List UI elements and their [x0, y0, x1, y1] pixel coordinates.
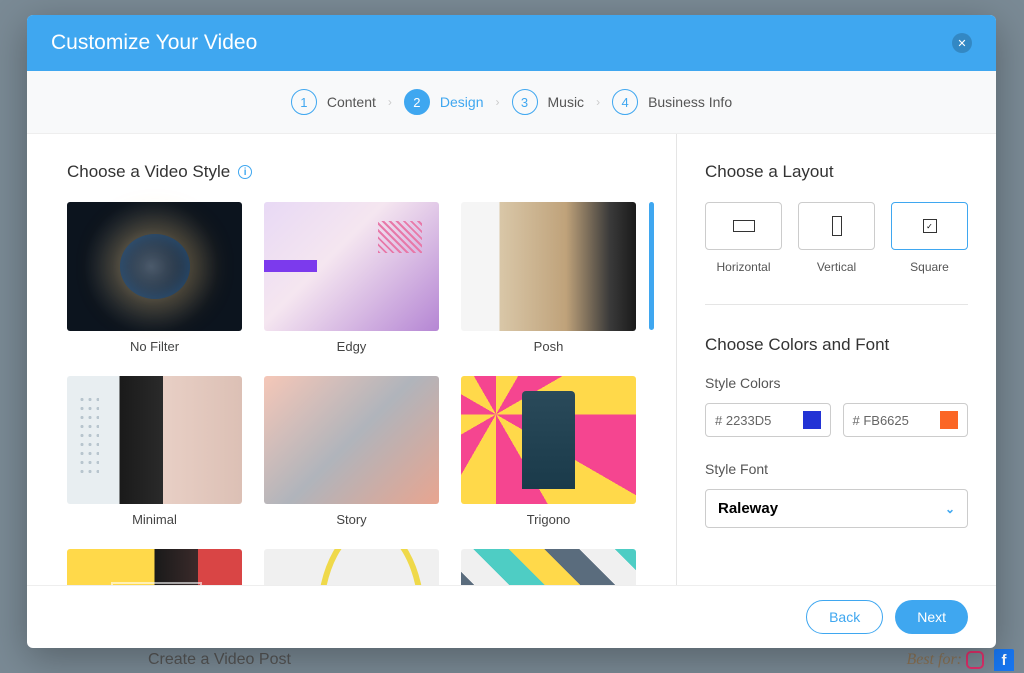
style-name: Trigono [461, 512, 636, 527]
style-thumbnail [461, 202, 636, 331]
step-number: 2 [404, 89, 430, 115]
chevron-right-icon: › [596, 95, 600, 109]
wizard-stepper: 1 Content › 2 Design › 3 Music › 4 Busin… [27, 71, 996, 134]
step-label: Content [327, 94, 376, 110]
style-thumbnail [67, 549, 242, 585]
layout-box [798, 202, 875, 250]
font-label: Style Font [705, 461, 968, 477]
style-story[interactable]: Story [264, 376, 439, 528]
style-thumbnail [461, 376, 636, 505]
font-value: Raleway [718, 500, 778, 517]
style-name: Story [264, 512, 439, 527]
section-title: Choose Colors and Font [705, 335, 968, 355]
style-thumbnail [264, 376, 439, 505]
instagram-icon [966, 651, 984, 669]
style-trigono[interactable]: Trigono [461, 376, 636, 528]
step-number: 1 [291, 89, 317, 115]
next-button[interactable]: Next [895, 600, 968, 634]
style-thumbnail [461, 549, 636, 585]
modal-header: Customize Your Video ✕ [27, 15, 996, 71]
layout-label: Square [891, 260, 968, 274]
color-hex: # 2233D5 [715, 413, 771, 428]
step-design[interactable]: 2 Design [404, 89, 484, 115]
layout-options: Horizontal Vertical ✓ Square [705, 202, 968, 305]
facebook-icon: f [994, 649, 1014, 671]
layout-square[interactable]: ✓ Square [891, 202, 968, 274]
style-minimal[interactable]: Minimal [67, 376, 242, 528]
close-icon: ✕ [957, 37, 966, 50]
section-title: Choose a Video Style i [67, 162, 636, 182]
color-swatch [803, 411, 821, 429]
modal-footer: Back Next [27, 585, 996, 648]
step-music[interactable]: 3 Music [512, 89, 585, 115]
style-posh[interactable]: Posh [461, 202, 636, 354]
step-number: 3 [512, 89, 538, 115]
style-name: Minimal [67, 512, 242, 527]
style-thumbnail [67, 376, 242, 505]
style-thumbnail [67, 202, 242, 331]
step-label: Music [548, 94, 585, 110]
step-content[interactable]: 1 Content [291, 89, 376, 115]
layout-horizontal[interactable]: Horizontal [705, 202, 782, 274]
back-button[interactable]: Back [806, 600, 883, 634]
chevron-down-icon: ⌄ [945, 502, 955, 516]
close-button[interactable]: ✕ [952, 33, 972, 53]
background-text: Best for: [906, 651, 962, 669]
step-label: Business Info [648, 94, 732, 110]
chevron-right-icon: › [496, 95, 500, 109]
scrollbar[interactable] [649, 202, 654, 330]
video-style-panel: Choose a Video Style i No Filter Edgy Po… [27, 134, 676, 585]
color-input-1[interactable]: # 2233D5 [705, 403, 831, 437]
vertical-icon [832, 216, 842, 236]
style-card[interactable] [461, 549, 636, 585]
modal-body: Choose a Video Style i No Filter Edgy Po… [27, 134, 996, 585]
color-hex: # FB6625 [853, 413, 909, 428]
color-swatch [940, 411, 958, 429]
layout-vertical[interactable]: Vertical [798, 202, 875, 274]
chevron-right-icon: › [388, 95, 392, 109]
style-edgy[interactable]: Edgy [264, 202, 439, 354]
step-business-info[interactable]: 4 Business Info [612, 89, 732, 115]
style-no-filter[interactable]: No Filter [67, 202, 242, 354]
layout-label: Horizontal [705, 260, 782, 274]
layout-box: ✓ [891, 202, 968, 250]
styles-grid: No Filter Edgy Posh Minimal Story [67, 202, 636, 585]
style-name: Edgy [264, 339, 439, 354]
style-thumbnail [264, 202, 439, 331]
colors-label: Style Colors [705, 375, 968, 391]
horizontal-icon [733, 220, 755, 232]
colors-row: # 2233D5 # FB6625 [705, 403, 968, 437]
background-text: Create a Video Post [148, 651, 291, 669]
layout-font-panel: Choose a Layout Horizontal Vertical ✓ Sq… [676, 134, 996, 585]
style-card[interactable] [67, 549, 242, 585]
style-thumbnail [264, 549, 439, 585]
step-number: 4 [612, 89, 638, 115]
section-title-text: Choose a Video Style [67, 162, 230, 182]
square-icon: ✓ [923, 219, 937, 233]
section-title: Choose a Layout [705, 162, 968, 182]
font-select[interactable]: Raleway ⌄ [705, 489, 968, 528]
style-name: Posh [461, 339, 636, 354]
info-icon[interactable]: i [238, 165, 252, 179]
style-name: No Filter [67, 339, 242, 354]
layout-box [705, 202, 782, 250]
step-label: Design [440, 94, 484, 110]
modal-title: Customize Your Video [51, 31, 257, 55]
color-input-2[interactable]: # FB6625 [843, 403, 969, 437]
layout-label: Vertical [798, 260, 875, 274]
style-card[interactable] [264, 549, 439, 585]
customize-video-modal: Customize Your Video ✕ 1 Content › 2 Des… [27, 15, 996, 648]
